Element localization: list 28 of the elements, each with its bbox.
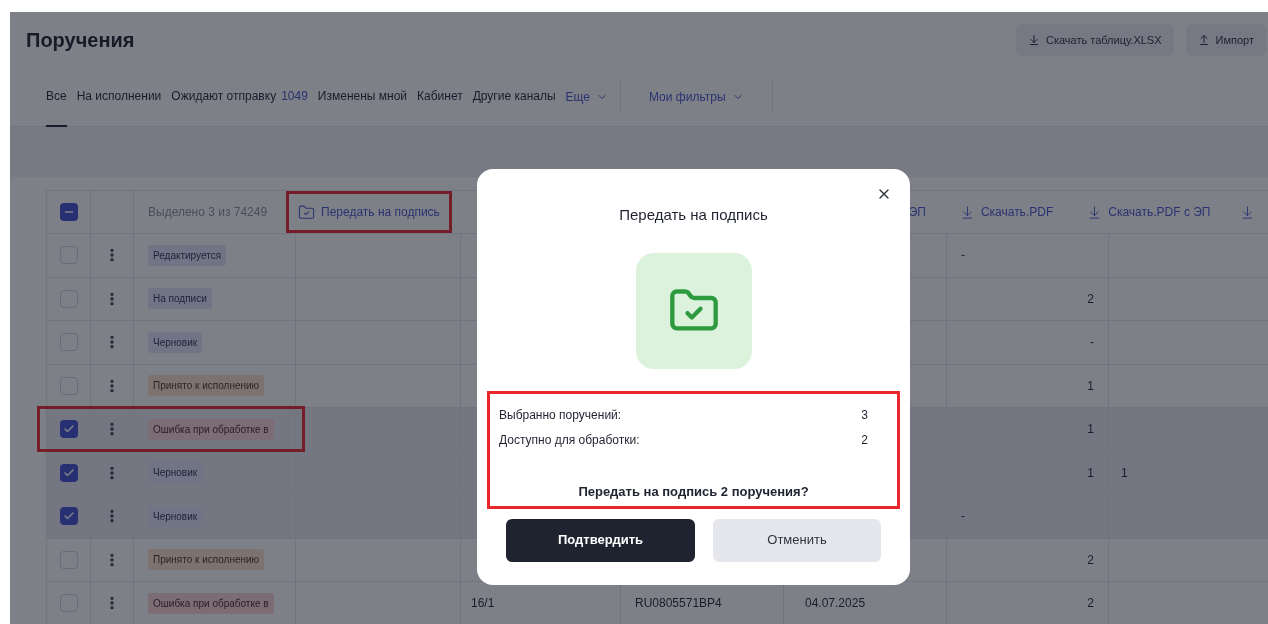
status-tag: Ошибка при обработке в [148,418,274,440]
table-cell-text: 2 [1087,290,1094,308]
status-tag: Принято к исполнению [148,375,265,397]
table-cell-text: - [961,508,965,526]
stat-value: 2 [861,431,868,449]
dialog-title: Передать на подпись [619,205,768,225]
table-cell-text: 1 [1087,464,1094,482]
stat-label: Доступно для обработки: [499,431,640,449]
status-tag: Редактируется [148,244,227,266]
table-cell-text: 04.07.2025 [805,595,866,613]
table-cell-text: 2 [1087,595,1094,613]
table-cell-text: - [1090,334,1094,352]
table-cell-text: 2 [1087,551,1094,569]
stat-value: 3 [861,406,868,424]
confirm-question: Передать на подпись 2 поручения? [578,483,809,501]
page-title: Поручения [26,28,135,53]
table-cell-text: 1 [1087,421,1094,439]
table-cell-text: 1 [1121,464,1128,482]
status-tag: Ошибка при обработке в [148,592,274,614]
table-cell-text: - [961,247,965,265]
table-cell-text: 1 [1087,377,1094,395]
column-header: ЭП [908,204,926,221]
table-cell-text: RU0805571BP4 [635,595,722,613]
status-tag: Черновик [148,331,203,353]
stat-label: Выбранно поручений: [499,406,622,424]
status-tag: Принято к исполнению [148,549,265,571]
table-cell-text: 16/1 [471,595,495,613]
status-tag: На подписи [148,288,212,310]
